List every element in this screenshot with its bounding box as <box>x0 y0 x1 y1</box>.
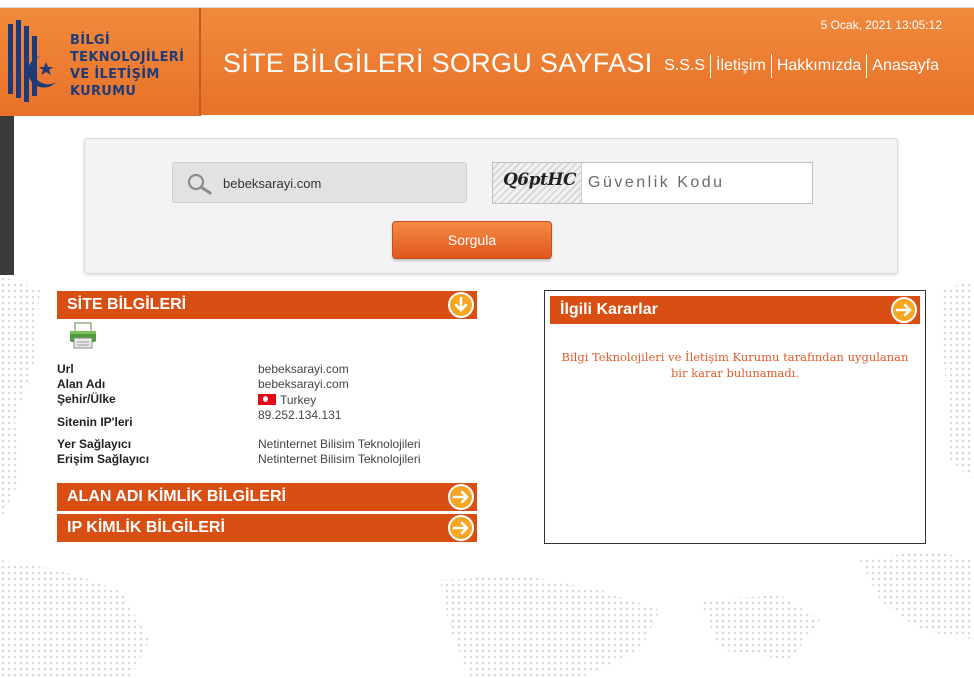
printer-icon[interactable] <box>68 322 98 350</box>
site-info-title: SİTE BİLGİLERİ <box>67 296 187 313</box>
logo[interactable]: BİLGİ TEKNOLOJİLERİ VE İLETİŞİM KURUMU <box>0 8 201 116</box>
arrow-right-icon[interactable] <box>890 297 918 323</box>
related-decisions-header[interactable]: İlgili Kararlar <box>550 296 920 324</box>
info-value: bebeksarayi.com <box>258 362 349 376</box>
info-label: Şehir/Ülke <box>57 392 116 406</box>
left-dark-strip <box>0 115 14 275</box>
captcha-field: Q6ptHC <box>492 162 813 204</box>
page-title: SİTE BİLGİLERİ SORGU SAYFASI <box>223 48 653 78</box>
arrow-right-icon[interactable] <box>447 515 475 541</box>
ip-identity-header[interactable]: IP KİMLİK BİLGİLERİ <box>57 514 477 542</box>
arrow-right-icon[interactable] <box>447 484 475 510</box>
info-row-domain: Alan Adı bebeksarayi.com <box>57 377 477 393</box>
nav-home[interactable]: Anasayfa <box>866 54 944 78</box>
related-decisions-panel: İlgili Kararlar Bilgi Teknolojileri ve İ… <box>544 290 926 544</box>
btk-logo-icon <box>8 20 56 102</box>
site-header: BİLGİ TEKNOLOJİLERİ VE İLETİŞİM KURUMU S… <box>0 7 974 116</box>
info-row-hosting: Yer Sağlayıcı Netinternet Bilisim Teknol… <box>57 437 477 453</box>
nav-faq[interactable]: S.S.S <box>659 54 710 78</box>
country-name: Turkey <box>280 393 317 407</box>
top-nav: S.S.S İletişim Hakkımızda Anasayfa <box>659 54 944 78</box>
info-value: 89.252.134.131 <box>258 408 342 422</box>
related-decisions-title: İlgili Kararlar <box>560 301 658 318</box>
query-button[interactable]: Sorgula <box>392 221 552 259</box>
info-value: Netinternet Bilisim Teknolojileri <box>258 452 421 466</box>
site-info-header[interactable]: SİTE BİLGİLERİ <box>57 291 477 319</box>
info-label: Sitenin IP'leri <box>57 415 133 429</box>
info-value-country: Turkey <box>258 393 316 407</box>
info-value: Netinternet Bilisim Teknolojileri <box>258 437 421 451</box>
info-value: bebeksarayi.com <box>258 377 349 391</box>
info-row-ips: Sitenin IP'leri 89.252.134.131 <box>57 408 477 429</box>
info-row-url: Url bebeksarayi.com <box>57 362 477 378</box>
turkey-flag-icon <box>258 394 276 405</box>
domain-identity-header[interactable]: ALAN ADI KİMLİK BİLGİLERİ <box>57 483 477 511</box>
expand-down-icon[interactable] <box>447 292 475 318</box>
search-panel: Q6ptHC Sorgula <box>84 138 898 274</box>
org-name: BİLGİ TEKNOLOJİLERİ VE İLETİŞİM KURUMU <box>70 33 185 99</box>
info-label: Erişim Sağlayıcı <box>57 452 150 466</box>
security-code-input[interactable] <box>588 172 808 194</box>
info-label: Url <box>57 362 74 376</box>
captcha-text: Q6ptHC <box>503 170 576 190</box>
search-box[interactable] <box>172 162 467 203</box>
info-row-city-country: Şehir/Ülke Turkey <box>57 392 477 408</box>
search-icon <box>187 173 212 195</box>
domain-search-input[interactable] <box>223 173 458 193</box>
info-label: Yer Sağlayıcı <box>57 437 132 451</box>
captcha-image: Q6ptHC <box>493 163 582 203</box>
info-label: Alan Adı <box>57 377 106 391</box>
nav-about[interactable]: Hakkımızda <box>770 54 866 78</box>
info-row-access: Erişim Sağlayıcı Netinternet Bilisim Tek… <box>57 452 477 468</box>
domain-identity-title: ALAN ADI KİMLİK BİLGİLERİ <box>67 488 286 505</box>
nav-contact[interactable]: İletişim <box>710 54 771 78</box>
no-decision-message: Bilgi Teknolojileri ve İletişim Kurumu t… <box>561 350 909 380</box>
ip-identity-title: IP KİMLİK BİLGİLERİ <box>67 519 225 536</box>
date-stamp: 5 Ocak, 2021 13:05:12 <box>820 18 942 32</box>
